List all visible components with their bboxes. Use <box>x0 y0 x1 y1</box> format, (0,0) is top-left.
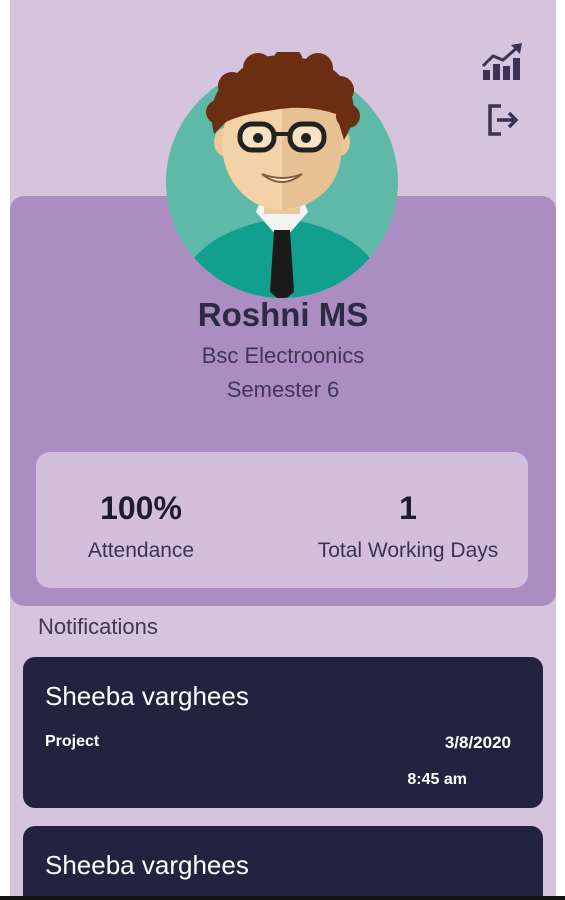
student-semester: Semester 6 <box>226 377 340 402</box>
notifications-heading: Notifications <box>38 614 158 639</box>
notification-date: 3/8/2020 <box>444 733 511 752</box>
working-days-value: 1 <box>399 490 417 526</box>
attendance-stat: 100% Attendance <box>66 490 216 563</box>
working-days-label: Total Working Days <box>317 539 499 562</box>
notification-time: 8:45 am <box>407 771 467 788</box>
notification-sender: Sheeba varghees <box>45 850 249 880</box>
notification-sender: Sheeba varghees <box>45 681 249 711</box>
attendance-label: Attendance <box>87 539 195 562</box>
chart-growth-icon[interactable] <box>481 40 525 84</box>
bottom-edge-bar <box>0 896 565 900</box>
stats-box: 100% Attendance 1 Total Working Days <box>36 452 528 588</box>
app-screen: Roshni MS Bsc Electroonics Semester 6 10… <box>10 0 556 896</box>
student-course: Bsc Electroonics <box>201 343 365 368</box>
header-actions <box>480 40 526 142</box>
notification-type: Project <box>45 733 100 750</box>
student-name: Roshni MS <box>197 296 369 333</box>
working-days-stat: 1 Total Working Days <box>298 490 518 563</box>
attendance-value: 100% <box>100 490 182 526</box>
avatar <box>166 47 398 300</box>
notification-card[interactable]: Sheeba varghees <box>23 826 543 896</box>
logout-icon[interactable] <box>481 98 525 142</box>
notification-card[interactable]: Sheeba varghees Project 3/8/2020 8:45 am <box>23 657 543 808</box>
